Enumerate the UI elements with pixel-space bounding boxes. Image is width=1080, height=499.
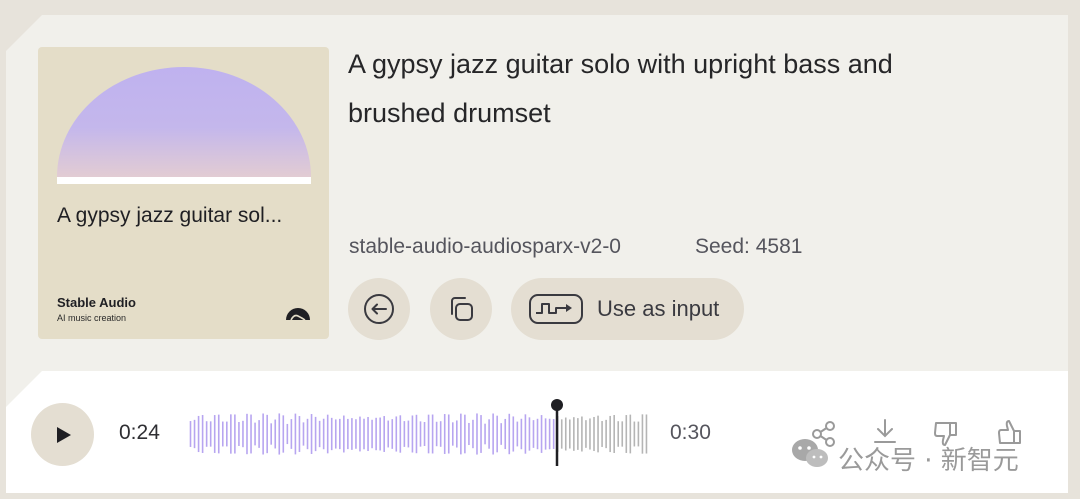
play-button[interactable] [31, 403, 94, 466]
seed-value: Seed: 4581 [695, 235, 803, 258]
total-time: 0:30 [670, 421, 711, 444]
cover-tagline: AI music creation [57, 313, 127, 323]
current-time: 0:24 [119, 421, 160, 444]
watermark-text: 公众号 · 新智元 [838, 446, 1019, 476]
cover-title: A gypsy jazz guitar sol... [57, 204, 283, 227]
copy-icon [451, 297, 473, 321]
cover-divider [57, 177, 311, 184]
cover-brand: Stable Audio [57, 295, 136, 310]
playhead-handle[interactable] [551, 399, 563, 411]
model-name: stable-audio-audiosparx-v2-0 [349, 235, 621, 258]
use-as-input-button[interactable]: Use as input [511, 278, 744, 340]
share-icon[interactable] [810, 420, 838, 448]
play-icon [56, 426, 71, 443]
cover-art[interactable]: A gypsy jazz guitar sol... Stable Audio … [38, 47, 329, 339]
use-as-input-label: Use as input [597, 296, 720, 321]
copy-button[interactable] [430, 278, 492, 340]
arrow-left-circle-icon [364, 294, 394, 324]
cover-dome-art [57, 67, 311, 177]
track-prompt: A gypsy jazz guitar solo with upright ba… [348, 49, 893, 128]
waveform-scrubber[interactable] [189, 396, 649, 472]
waveform-arrow-icon [529, 294, 583, 324]
stable-audio-logo-icon [286, 308, 310, 321]
reuse-prompt-button[interactable] [348, 278, 410, 340]
